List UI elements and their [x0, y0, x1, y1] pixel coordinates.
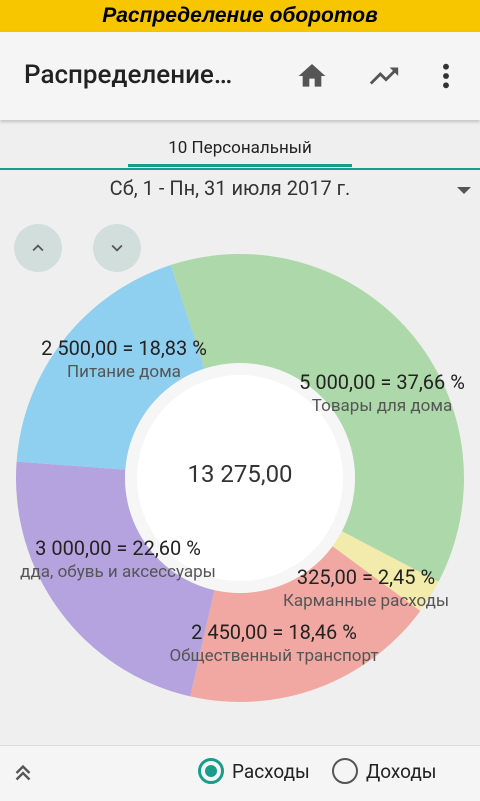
radio-unchecked-icon: [332, 758, 358, 784]
expenses-radio[interactable]: Расходы: [198, 758, 310, 784]
radio-checked-icon: [198, 758, 224, 784]
expand-up-icon[interactable]: [10, 760, 36, 786]
period-selector[interactable]: Сб, 1 - Пн, 31 июля 2017 г.: [0, 172, 480, 208]
slice-label-home-goods: 5 000,00 = 37,66 % Товары для дома: [282, 370, 480, 416]
expenses-label: Расходы: [232, 759, 310, 783]
slice-name: Общественный транспорт: [169, 646, 379, 666]
tab-divider: [0, 168, 480, 170]
tab-bar: 10 Персональный: [0, 128, 480, 172]
tab-personal[interactable]: 10 Персональный: [128, 128, 352, 168]
slice-value: 2 450,00 = 18,46 %: [191, 620, 357, 644]
home-icon: [298, 64, 326, 87]
slice-label-pocket: 325,00 = 2,45 % Карманные расходы: [256, 565, 476, 611]
slice-name: Товары для дома: [311, 396, 453, 416]
slice-value: 5 000,00 = 37,66 %: [299, 370, 465, 394]
slice-name: дда, обувь и аксессуары: [20, 562, 216, 582]
slice-value: 325,00 = 2,45 %: [296, 565, 436, 589]
dropdown-arrow-icon: [457, 187, 471, 194]
page-title: Распределение…: [24, 60, 233, 90]
income-label: Доходы: [366, 759, 437, 783]
slice-label-transport: 2 450,00 = 18,46 % Общественный транспор…: [140, 620, 408, 666]
slice-name: Карманные расходы: [282, 591, 450, 611]
overflow-menu-button[interactable]: [424, 54, 468, 98]
more-vert-icon: [443, 63, 449, 89]
slice-value: 2 500,00 = 18,83 %: [41, 336, 207, 360]
slice-name: Питание дома: [67, 362, 181, 382]
trending-up-icon: [369, 67, 399, 85]
slice-value: 3 000,00 = 22,60 %: [35, 536, 201, 560]
tab-indicator: [128, 164, 352, 167]
home-button[interactable]: [290, 54, 334, 98]
app-banner: Распределение оборотов: [0, 0, 480, 32]
slice-label-clothes: 3 000,00 = 22,60 % дда, обувь и аксессуа…: [0, 536, 248, 582]
period-label: Сб, 1 - Пн, 31 июля 2017 г.: [109, 176, 351, 200]
income-radio[interactable]: Доходы: [332, 758, 437, 784]
bottom-bar: Расходы Доходы: [0, 745, 480, 801]
app-bar: Распределение…: [0, 32, 480, 120]
total-value: 13 275,00: [187, 460, 293, 488]
slice-label-food: 2 500,00 = 18,83 % Питание дома: [24, 336, 224, 382]
trend-button[interactable]: [362, 54, 406, 98]
